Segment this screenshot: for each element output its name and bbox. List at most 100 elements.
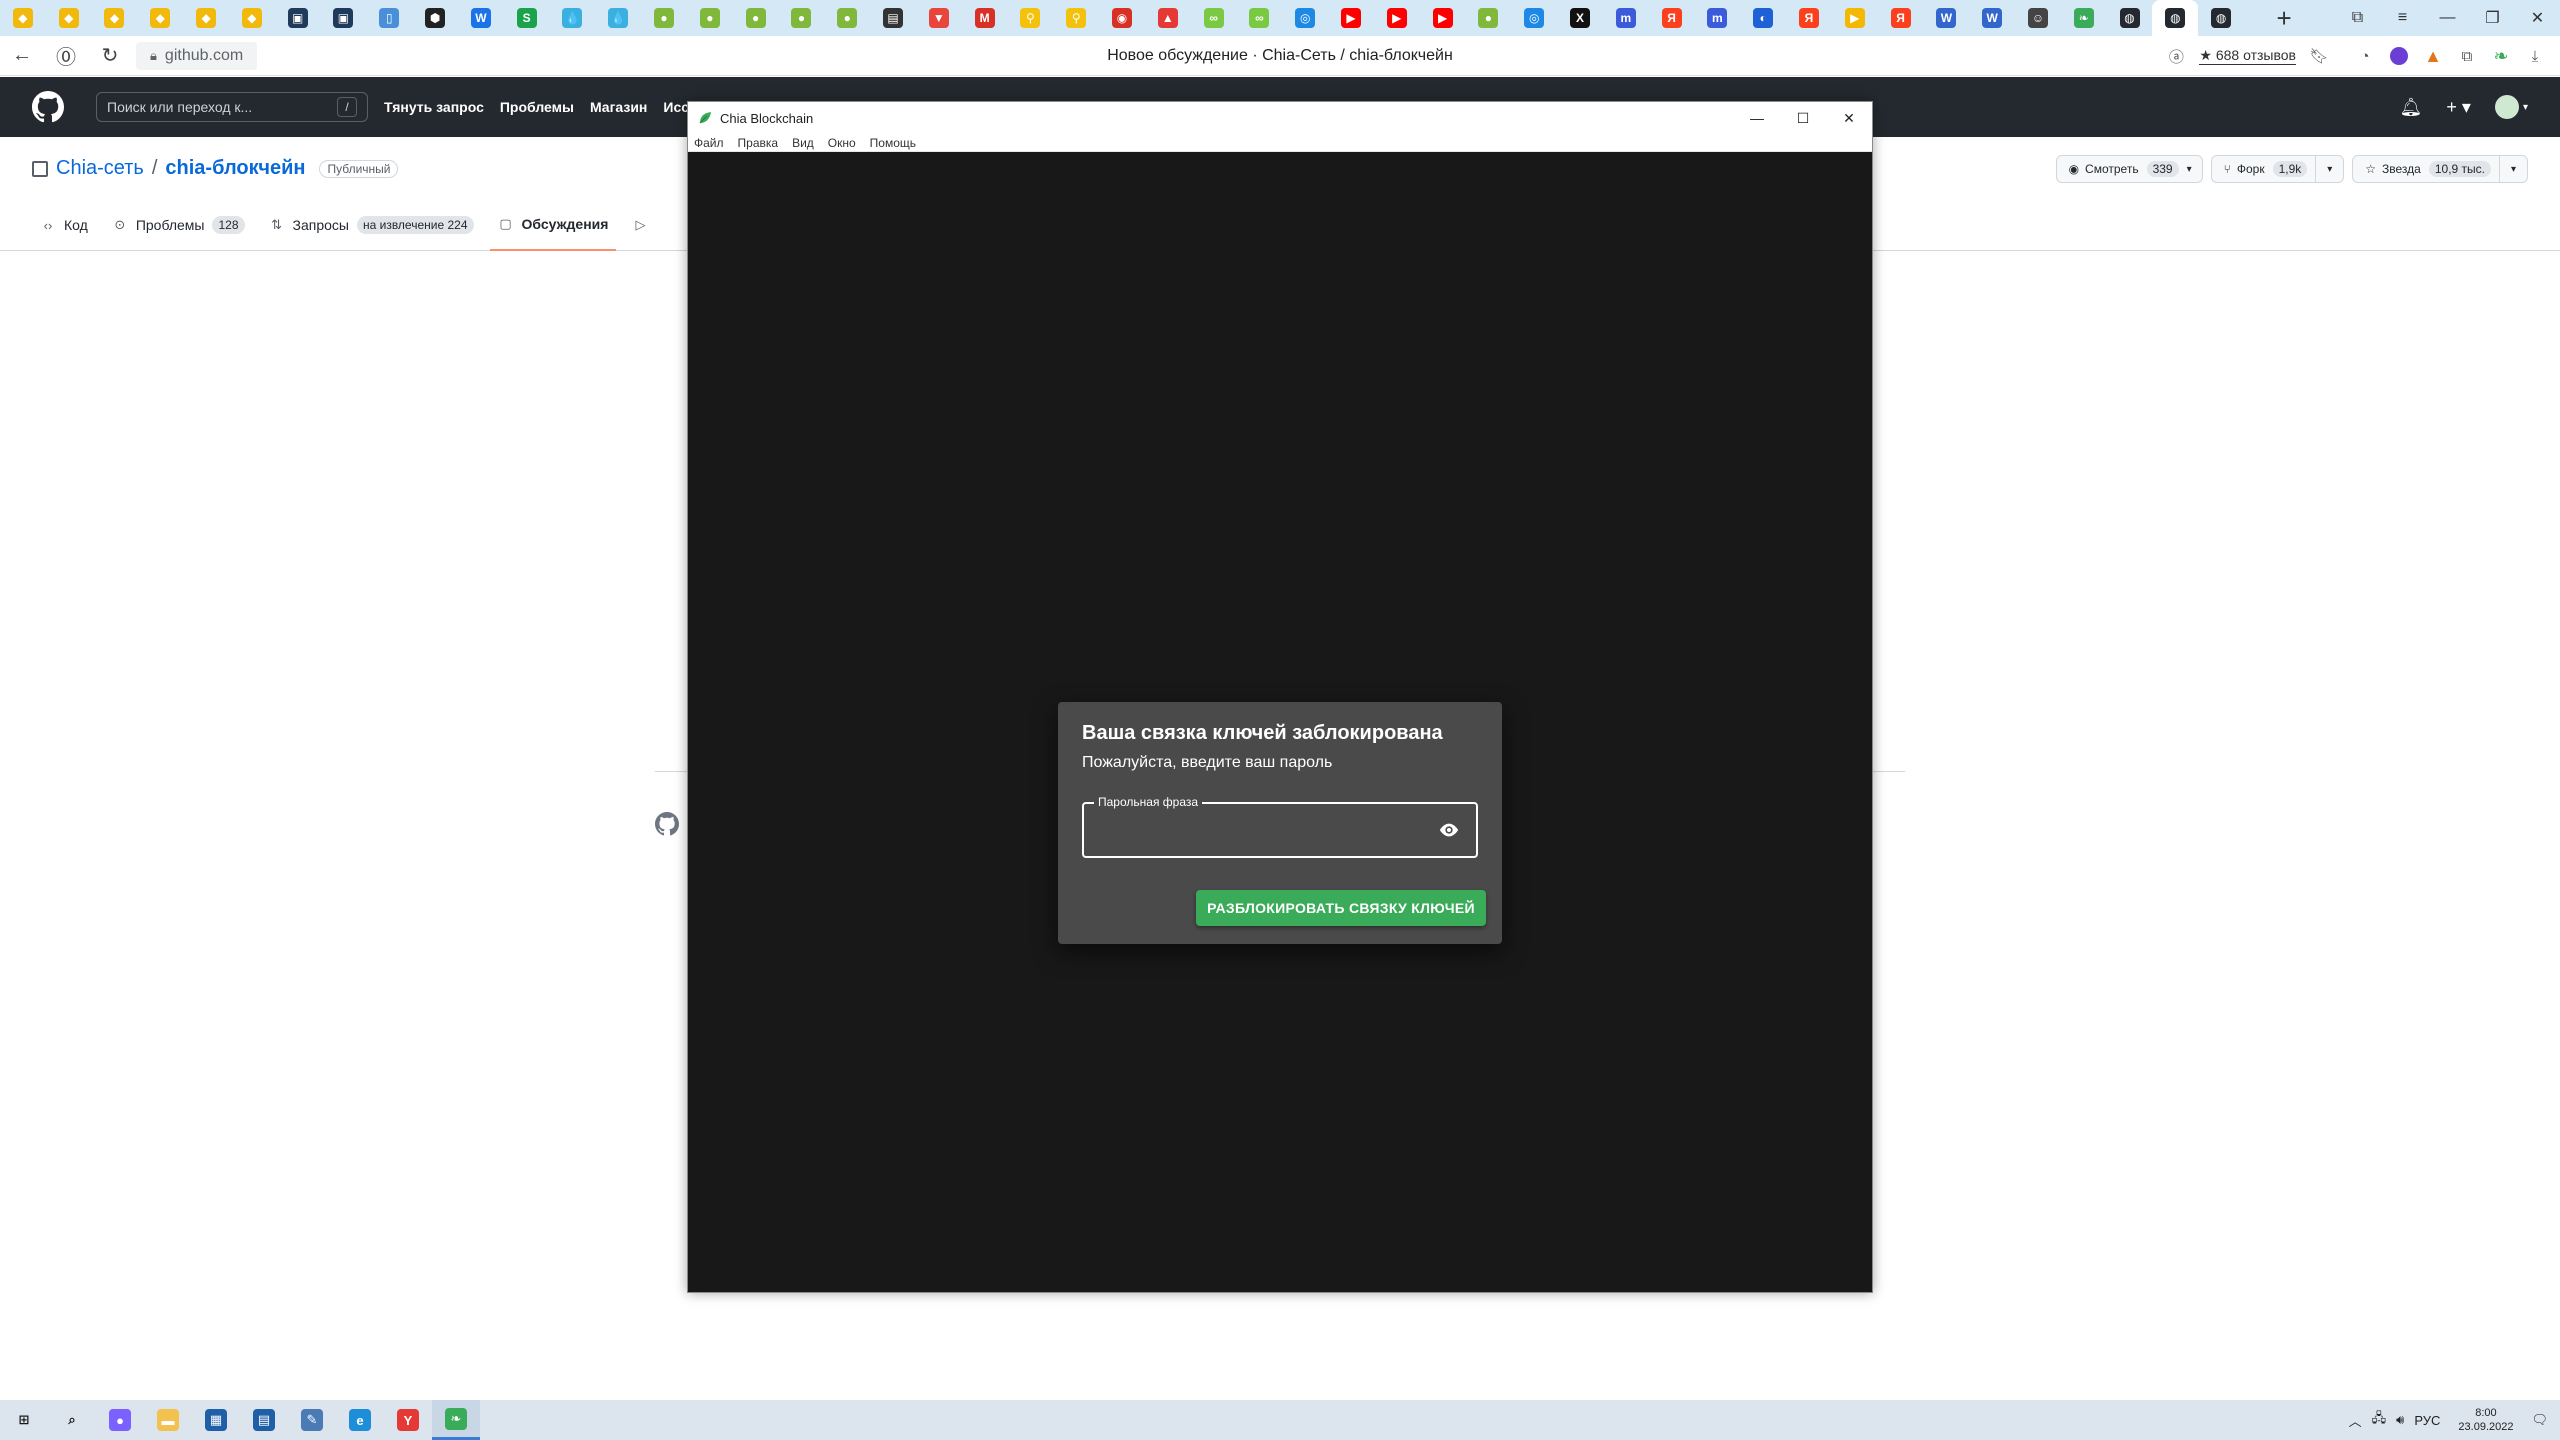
browser-tab[interactable]: X <box>1557 0 1603 36</box>
metamask-icon[interactable]: ▲ <box>2422 45 2444 67</box>
taskbar-app[interactable]: e <box>336 1400 384 1440</box>
browser-tab[interactable]: ▼ <box>916 0 962 36</box>
browser-tab[interactable]: M <box>962 0 1008 36</box>
nav-issues[interactable]: Проблемы <box>500 99 574 115</box>
reload-icon[interactable]: ↻ <box>88 36 132 76</box>
repo-tab[interactable]: ⇅ Запросы на извлечение 224 <box>261 207 482 243</box>
chia-minimize-button[interactable]: — <box>1734 102 1780 134</box>
menu-help[interactable]: Помощь <box>870 136 916 150</box>
volume-icon[interactable]: 🔊︎ <box>2396 1412 2404 1428</box>
repo-tab[interactable]: ⊙ Проблемы 128 <box>104 207 253 243</box>
browser-tab[interactable]: Я <box>1786 0 1832 36</box>
unlock-keyring-button[interactable]: РАЗБЛОКИРОВАТЬ СВЯЗКУ КЛЮЧЕЙ <box>1196 890 1486 926</box>
taskbar-app[interactable]: Y <box>384 1400 432 1440</box>
language-indicator[interactable]: РУС <box>2414 1413 2440 1428</box>
github-footer-logo-icon[interactable] <box>655 812 679 836</box>
browser-tab[interactable]: ▶ <box>1374 0 1420 36</box>
browser-tab[interactable]: ▣ <box>275 0 321 36</box>
back-icon[interactable]: ← <box>0 36 44 76</box>
taskbar-app[interactable]: ▬ <box>144 1400 192 1440</box>
taskbar-app[interactable]: ▦ <box>192 1400 240 1440</box>
browser-tab[interactable]: ▶ <box>1420 0 1466 36</box>
browser-tab[interactable]: ● <box>687 0 733 36</box>
browser-tab[interactable]: ◆ <box>0 0 46 36</box>
browser-tab[interactable]: W <box>1969 0 2015 36</box>
browser-tab[interactable]: ▤ <box>870 0 916 36</box>
new-tab-button[interactable]: + <box>2264 0 2304 36</box>
menu-file[interactable]: Файл <box>694 136 724 150</box>
browser-tab[interactable]: ⚲ <box>1008 0 1054 36</box>
browser-tab[interactable]: ◆ <box>92 0 138 36</box>
nav-marketplace[interactable]: Магазин <box>590 99 647 115</box>
browser-tab[interactable]: ◐ <box>1740 0 1786 36</box>
browser-tab[interactable]: ▶ <box>1328 0 1374 36</box>
repo-tab[interactable]: ‹› Код <box>32 207 96 243</box>
notification-bell-icon[interactable]: 🔔︎ <box>2400 97 2423 118</box>
taskbar-app[interactable]: ✎ <box>288 1400 336 1440</box>
taskbar-app[interactable]: ▤ <box>240 1400 288 1440</box>
taskbar-app[interactable]: ❧ <box>432 1400 480 1440</box>
browser-tab[interactable]: m <box>1694 0 1740 36</box>
browser-tab[interactable]: ☺ <box>2015 0 2061 36</box>
bookmark-icon[interactable]: 🔖︎ <box>2308 45 2330 67</box>
browser-tab[interactable]: ◍ <box>2152 0 2199 36</box>
browser-tab[interactable]: ∞ <box>1191 0 1237 36</box>
user-menu[interactable]: ▾ <box>2494 95 2528 119</box>
browser-tab[interactable]: ◎ <box>1282 0 1328 36</box>
taskbar-app[interactable]: ● <box>96 1400 144 1440</box>
browser-tab[interactable]: W <box>458 0 504 36</box>
browser-tab[interactable]: ◍ <box>2198 0 2244 36</box>
browser-tab[interactable]: ▶ <box>1832 0 1878 36</box>
browser-tab[interactable]: ◆ <box>229 0 275 36</box>
menu-edit[interactable]: Правка <box>738 136 779 150</box>
browser-tab[interactable]: ● <box>641 0 687 36</box>
star-dropdown-icon[interactable]: ▾ <box>2499 156 2527 182</box>
taskbar-app[interactable]: ⊞ <box>0 1400 48 1440</box>
show-password-eye-icon[interactable] <box>1438 821 1460 839</box>
extensions-icon[interactable]: ⧉ <box>2456 45 2478 67</box>
browser-tab[interactable]: ◍ <box>2107 0 2153 36</box>
browser-tab[interactable]: ● <box>1466 0 1512 36</box>
extension-purple-icon[interactable] <box>2388 45 2410 67</box>
browser-tab[interactable]: ● <box>779 0 825 36</box>
download-icon[interactable]: ⤓ <box>2524 45 2546 67</box>
browser-tab[interactable]: ⚲ <box>1053 0 1099 36</box>
restore-button[interactable]: ❐ <box>2470 0 2515 36</box>
browser-tab[interactable]: ● <box>733 0 779 36</box>
browser-tab[interactable]: ● <box>824 0 870 36</box>
network-icon[interactable]: 🖧︎ <box>2372 1409 2387 1431</box>
github-logo-icon[interactable] <box>32 91 64 123</box>
browser-tab[interactable]: ▣ <box>321 0 367 36</box>
browser-tab[interactable]: ▲ <box>1145 0 1191 36</box>
browser-tab[interactable]: ⬢ <box>412 0 458 36</box>
chia-extension-icon[interactable]: ❧ <box>2490 45 2512 67</box>
chia-maximize-button[interactable]: ☐ <box>1780 102 1826 134</box>
star-button[interactable]: ☆ Звезда 10,9 тыс. ▾ <box>2352 155 2528 183</box>
repo-tab[interactable]: ▢ Обсуждения <box>489 207 617 251</box>
close-button[interactable]: ✕ <box>2515 0 2560 36</box>
browser-tab[interactable]: ◎ <box>1511 0 1557 36</box>
protect-icon[interactable]: ⓪ <box>44 36 88 76</box>
passphrase-field[interactable]: Парольная фраза <box>1082 795 1478 858</box>
clock[interactable]: 8:00 23.09.2022 <box>2458 1406 2513 1434</box>
chia-close-button[interactable]: ✕ <box>1826 102 1872 134</box>
fork-dropdown-icon[interactable]: ▾ <box>2315 156 2343 182</box>
fork-button[interactable]: ⑂ Форк 1,9k ▾ <box>2210 155 2345 183</box>
watch-button[interactable]: ◉ Смотреть 339 ▾ <box>2055 155 2203 183</box>
browser-tab[interactable]: Я <box>1649 0 1695 36</box>
repo-owner-link[interactable]: Chia-сеть <box>56 157 144 180</box>
browser-tab[interactable]: 💧 <box>550 0 596 36</box>
browser-tab[interactable]: S <box>504 0 550 36</box>
browser-tab[interactable]: 💧 <box>595 0 641 36</box>
repo-tab[interactable]: ▷ <box>624 207 656 243</box>
minimize-button[interactable]: — <box>2425 0 2470 36</box>
browser-tab[interactable]: ◉ <box>1099 0 1145 36</box>
browser-tab[interactable]: Я <box>1878 0 1924 36</box>
menu-window[interactable]: Окно <box>828 136 856 150</box>
create-new-icon[interactable]: + ▾ <box>2446 97 2471 118</box>
notifications-icon[interactable]: 🗨︎ <box>2531 1412 2548 1428</box>
reviews-link[interactable]: ★ 688 отзывов <box>2199 47 2296 65</box>
github-search-input[interactable]: Поиск или переход к... / <box>96 92 368 122</box>
browser-tab[interactable]: ∞ <box>1237 0 1283 36</box>
browser-tab[interactable]: ◆ <box>137 0 183 36</box>
